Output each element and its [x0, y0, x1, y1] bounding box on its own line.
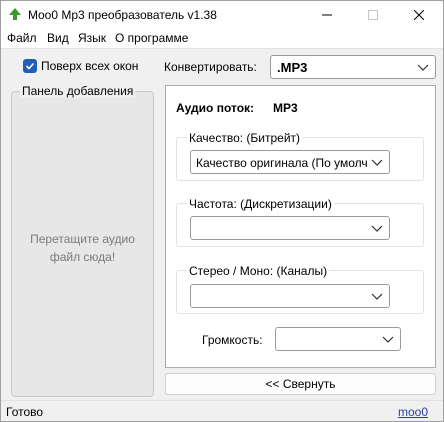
menu-language[interactable]: Язык: [78, 31, 106, 45]
menu-divider: [1, 48, 443, 49]
convert-label: Конвертировать:: [164, 60, 257, 74]
moo0-link[interactable]: moo0: [398, 405, 428, 419]
minimize-icon: [322, 14, 332, 16]
channels-group-title: Стерео / Моно: (Каналы): [187, 264, 330, 278]
always-on-top-label[interactable]: Поверх всех окон: [41, 59, 138, 73]
drop-hint-line-1: Перетащите аудио: [30, 232, 135, 246]
frequency-group-title: Частота: (Дискретизации): [187, 197, 334, 211]
collapse-button[interactable]: << Свернуть: [165, 373, 436, 395]
frequency-select[interactable]: [190, 216, 390, 240]
app-logo-icon: [9, 8, 21, 20]
drop-panel[interactable]: Панель добавления Перетащите аудио файл …: [11, 84, 154, 397]
volume-select[interactable]: [275, 327, 401, 351]
quality-value: Качество оригинала (По умолч: [196, 156, 368, 170]
status-text: Готово: [6, 405, 44, 419]
maximize-icon: [368, 10, 378, 20]
checkmark-icon: [25, 62, 35, 70]
menu-view[interactable]: Вид: [47, 31, 69, 45]
close-button[interactable]: [396, 1, 442, 29]
chevron-down-icon: [382, 336, 394, 343]
quality-group-title: Качество: (Битрейт): [187, 131, 303, 145]
app-window: Moo0 Mp3 преобразователь v1.38 Файл Вид …: [0, 0, 444, 422]
close-icon: [414, 10, 424, 20]
drop-hint-line-2: файл сюда!: [49, 250, 116, 264]
drop-hint: Перетащите аудио файл сюда!: [12, 230, 153, 266]
always-on-top-checkbox[interactable]: [23, 59, 37, 73]
chevron-down-icon: [371, 225, 383, 232]
drop-panel-title: Панель добавления: [20, 84, 136, 98]
channels-select[interactable]: [190, 284, 390, 308]
status-divider: [1, 400, 443, 401]
convert-format-select[interactable]: .MP3: [270, 55, 436, 79]
volume-label: Громкость:: [202, 333, 263, 347]
maximize-button[interactable]: [350, 1, 396, 29]
settings-panel: Аудио поток: MP3 Качество: (Битрейт) Кач…: [165, 85, 436, 368]
title-bar[interactable]: Moo0 Mp3 преобразователь v1.38: [1, 1, 443, 29]
convert-format-value: .MP3: [277, 60, 308, 75]
menu-bar: Файл Вид Язык О программе: [1, 29, 443, 48]
menu-about[interactable]: О программе: [115, 31, 188, 45]
audio-stream-value: MP3: [273, 101, 298, 115]
chevron-down-icon: [417, 64, 429, 71]
window-title: Moo0 Mp3 преобразователь v1.38: [28, 8, 217, 22]
menu-file[interactable]: Файл: [7, 31, 37, 45]
chevron-down-icon: [371, 157, 383, 167]
quality-select[interactable]: Качество оригинала (По умолч: [190, 150, 390, 174]
audio-stream-label: Аудио поток:: [176, 101, 255, 115]
chevron-down-icon: [371, 293, 383, 300]
minimize-button[interactable]: [304, 1, 350, 29]
